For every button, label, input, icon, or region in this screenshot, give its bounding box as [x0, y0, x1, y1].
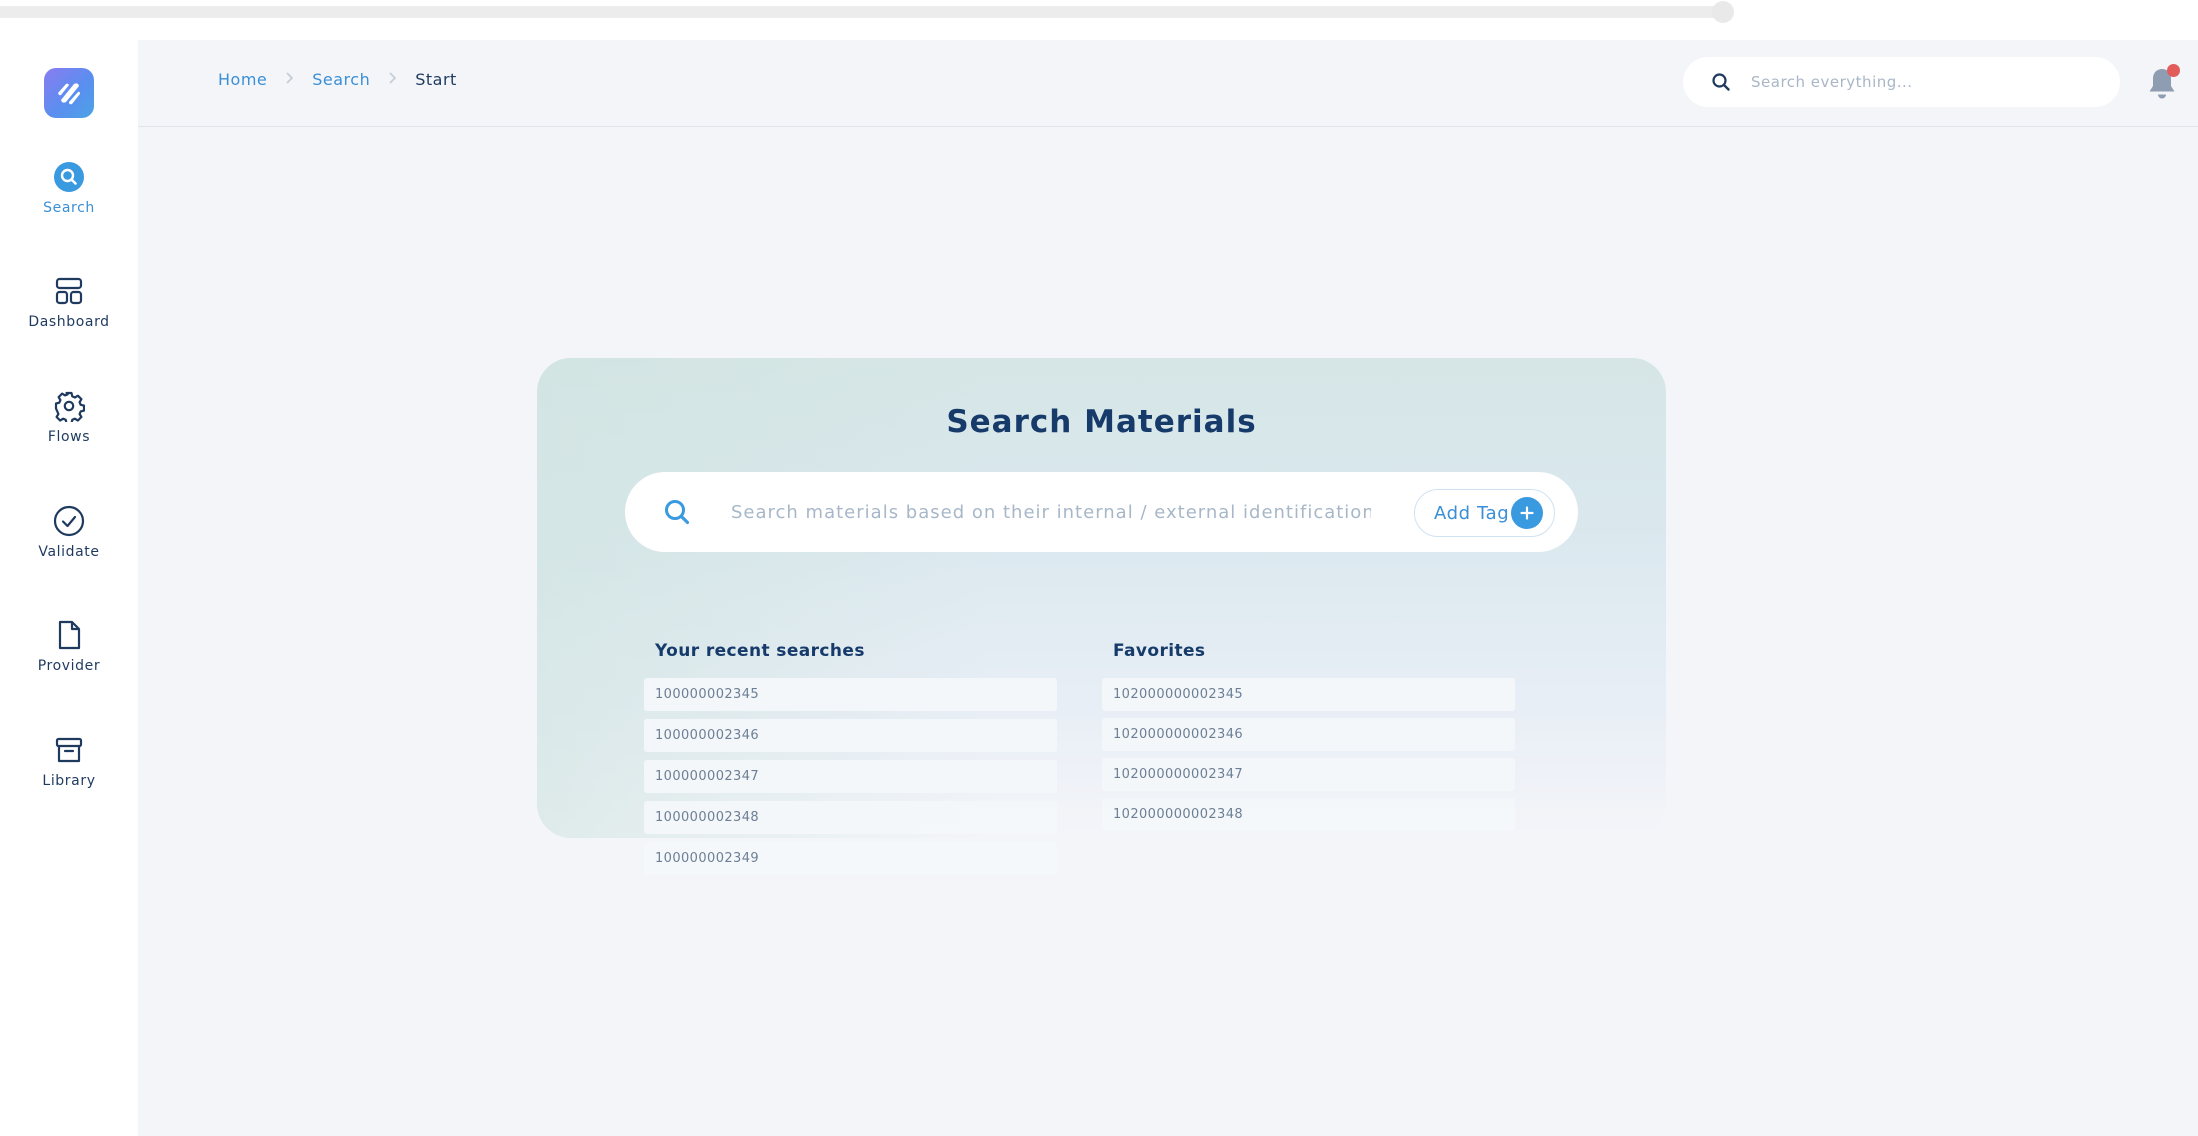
- breadcrumb-home[interactable]: Home: [218, 70, 267, 89]
- sidebar-item-search[interactable]: Search: [0, 160, 138, 240]
- sidebar-item-dashboard[interactable]: Dashboard: [0, 274, 138, 354]
- sidebar-item-label: Search: [43, 200, 95, 216]
- recent-searches-heading: Your recent searches: [655, 641, 865, 661]
- favorite-item[interactable]: 102000000002347: [1102, 758, 1515, 791]
- sidebar-item-label: Library: [42, 773, 96, 789]
- logo-icon: [58, 83, 80, 105]
- sidebar-item-label: Validate: [38, 544, 100, 560]
- app-logo[interactable]: [44, 68, 94, 118]
- sidebar-item-label: Flows: [47, 429, 91, 445]
- breadcrumb-search[interactable]: Search: [312, 70, 370, 89]
- gear-icon: [52, 389, 86, 423]
- recent-search-item[interactable]: 100000002347: [644, 760, 1057, 793]
- dashboard-icon: [52, 274, 86, 308]
- sidebar-item-validate[interactable]: Validate: [0, 504, 138, 584]
- sidebar-item-provider[interactable]: Provider: [0, 618, 138, 698]
- search-materials-card: Search Materials Add Tag Your: [537, 358, 1666, 875]
- favorites-heading: Favorites: [1113, 641, 1206, 661]
- add-tag-button[interactable]: Add Tag: [1414, 489, 1555, 537]
- check-circle-icon: [52, 504, 86, 538]
- search-icon: [52, 160, 86, 194]
- chevron-right-icon: [388, 70, 397, 89]
- chevron-right-icon: [285, 70, 294, 89]
- global-search: [1683, 57, 2120, 107]
- search-icon: [663, 498, 691, 530]
- recent-search-item[interactable]: 100000002348: [644, 801, 1057, 834]
- plus-icon: [1511, 497, 1543, 529]
- main-content: Home Search Start Search everything... S…: [138, 40, 2198, 1136]
- sidebar-item-label: Provider: [37, 658, 101, 674]
- notification-badge: [2167, 64, 2180, 77]
- breadcrumb-current: Start: [415, 70, 457, 89]
- recent-search-item[interactable]: 100000002349: [644, 842, 1057, 875]
- favorite-item[interactable]: 102000000002346: [1102, 718, 1515, 751]
- recent-search-item[interactable]: 100000002346: [644, 719, 1057, 752]
- loading-progress-knob: [1712, 1, 1734, 23]
- material-search-bar: Add Tag: [625, 472, 1578, 552]
- search-icon: [1712, 73, 1730, 91]
- favorite-item[interactable]: 102000000002348: [1102, 798, 1515, 831]
- loading-progress-bar: [0, 6, 1724, 18]
- sidebar-item-library[interactable]: Library: [0, 733, 138, 813]
- card-title: Search Materials: [946, 404, 1257, 440]
- favorite-item[interactable]: 102000000002345: [1102, 678, 1515, 711]
- material-search-input[interactable]: [731, 494, 1371, 530]
- top-bar: Home Search Start: [138, 40, 2198, 127]
- sidebar: Search Dashboard Flows Validate Provider…: [0, 40, 138, 1136]
- notifications-button[interactable]: [2146, 64, 2180, 104]
- sidebar-item-label: Dashboard: [28, 314, 110, 330]
- global-search-input[interactable]: [1751, 73, 2081, 91]
- add-tag-label: Add Tag: [1434, 502, 1510, 524]
- file-icon: [52, 618, 86, 652]
- sidebar-item-flows[interactable]: Flows: [0, 389, 138, 469]
- recent-search-item[interactable]: 100000002345: [644, 678, 1057, 711]
- breadcrumb: Home Search Start: [218, 70, 457, 89]
- archive-icon: [52, 733, 86, 767]
